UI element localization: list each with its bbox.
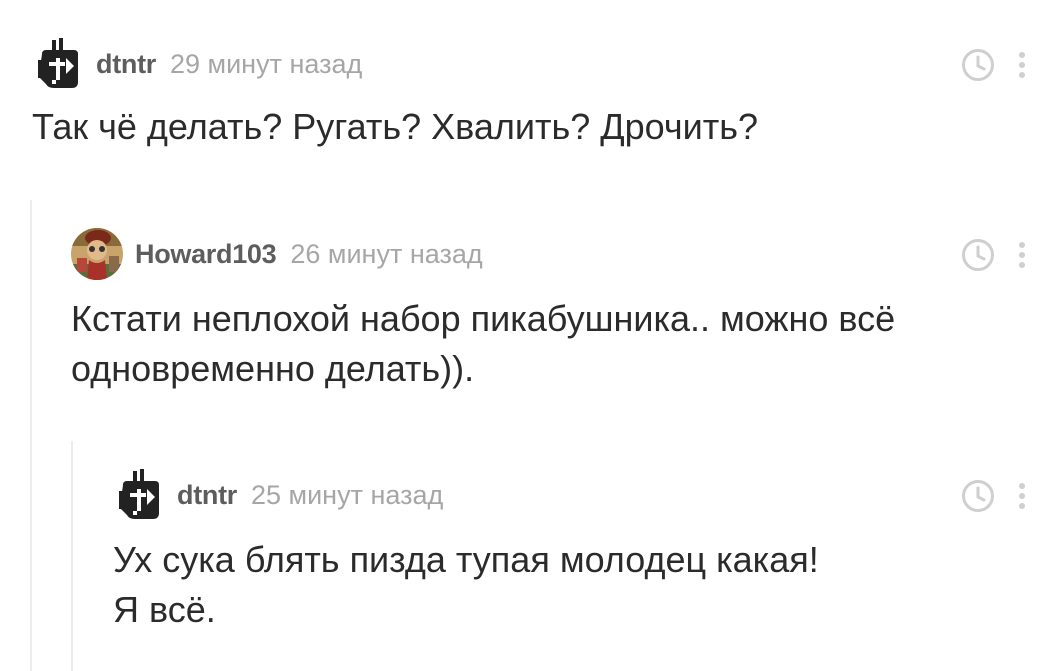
comment-text: Ух сука блять пизда тупая молодец какая!… (113, 539, 819, 630)
comment-actions (961, 479, 1027, 513)
more-vertical-icon[interactable] (1017, 241, 1027, 269)
comment: Howard103 26 минут назад Кстати неплохой… (71, 228, 1031, 398)
comment-text: Кстати неплохой набор пикабушника.. можн… (71, 298, 896, 389)
clock-icon[interactable] (961, 479, 995, 513)
robot-avatar-icon (38, 38, 78, 88)
comment: dtntr 25 минут назад Ух сука блять пизда… (113, 469, 1031, 639)
comment-actions (961, 238, 1027, 272)
comments-page: dtntr 29 минут назад Так чё делать? Руга… (0, 0, 1061, 671)
comment-header: Howard103 26 минут назад (71, 228, 483, 280)
avatar[interactable] (71, 228, 123, 280)
comment-time[interactable]: 25 минут назад (251, 480, 443, 511)
comment-actions (961, 48, 1027, 82)
photo-avatar-icon (71, 228, 123, 280)
comment-text: Так чё делать? Ругать? Хвалить? Дрочить? (32, 106, 759, 147)
comment-header: dtntr 29 минут назад (32, 38, 362, 90)
avatar[interactable] (113, 469, 165, 521)
thread-line-level-2[interactable] (71, 441, 73, 671)
comment-time[interactable]: 29 минут назад (170, 49, 362, 80)
comment: dtntr 29 минут назад Так чё делать? Руга… (32, 38, 1032, 158)
comment-time[interactable]: 26 минут назад (290, 239, 482, 270)
comment-username[interactable]: Howard103 (135, 239, 277, 270)
more-vertical-icon[interactable] (1017, 482, 1027, 510)
thread-line-level-1[interactable] (30, 200, 32, 671)
more-vertical-icon[interactable] (1017, 51, 1027, 79)
avatar[interactable] (32, 38, 84, 90)
robot-avatar-icon (119, 469, 159, 519)
comment-username[interactable]: dtntr (177, 480, 237, 511)
clock-icon[interactable] (961, 48, 995, 82)
comment-username[interactable]: dtntr (96, 49, 156, 80)
comment-header: dtntr 25 минут назад (113, 469, 443, 521)
clock-icon[interactable] (961, 238, 995, 272)
